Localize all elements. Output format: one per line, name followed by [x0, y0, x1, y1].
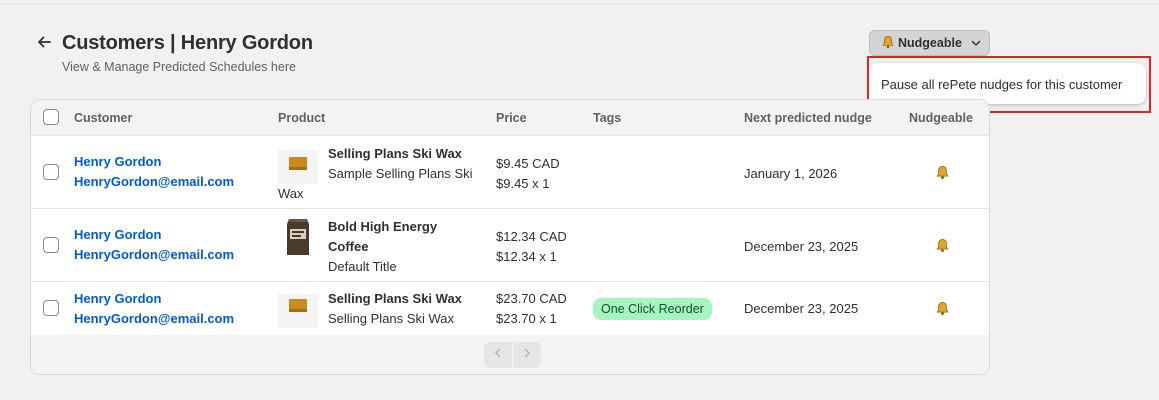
bell-icon[interactable] — [933, 236, 951, 254]
arrow-left-icon — [36, 34, 52, 55]
product-name: Selling Plans Ski Wax — [328, 291, 462, 306]
nudgeable-popover: Pause all rePete nudges for this custome… — [869, 63, 1146, 104]
product-variant-wrap: Wax — [278, 186, 304, 201]
column-header-price: Price — [496, 111, 527, 125]
table-row[interactable]: Henry Gordon HenryGordon@email.com Selli… — [31, 136, 989, 209]
price: $23.70 CAD — [496, 291, 567, 306]
page-subtitle: View & Manage Predicted Schedules here — [62, 60, 296, 74]
select-all-checkbox[interactable] — [43, 109, 59, 125]
column-header-nudgeable: Nudgeable — [909, 111, 973, 125]
product-name-line-1: Bold High Energy — [328, 219, 438, 234]
next-predicted-nudge-date: December 23, 2025 — [744, 301, 859, 316]
bell-icon — [881, 35, 895, 52]
pagination — [484, 342, 541, 368]
top-divider — [0, 4, 1159, 5]
product-variant: Default Title — [328, 259, 397, 274]
chevron-down-icon — [970, 37, 982, 49]
column-header-customer: Customer — [74, 111, 133, 125]
customer-email-link[interactable]: HenryGordon@email.com — [74, 174, 234, 189]
product-name-line-2: Coffee — [328, 239, 369, 254]
product-name: Selling Plans Ski Wax — [328, 146, 462, 161]
ski-wax-thumbnail — [278, 294, 318, 328]
price-quantity: $9.45 x 1 — [496, 176, 550, 191]
customer-email-link[interactable]: HenryGordon@email.com — [74, 311, 234, 326]
pagination-footer — [31, 335, 989, 374]
row-checkbox[interactable] — [43, 164, 59, 180]
table-row[interactable]: Henry Gordon HenryGordon@email.com Selli… — [31, 282, 989, 335]
next-predicted-nudge-date: December 23, 2025 — [744, 239, 859, 254]
price: $12.34 CAD — [496, 229, 567, 244]
table-row[interactable]: Henry Gordon HenryGordon@email.com Bold … — [31, 209, 989, 282]
coffee-bag-thumbnail — [278, 215, 318, 259]
pause-all-nudges-option[interactable]: Pause all rePete nudges for this custome… — [881, 77, 1122, 92]
table-header: Customer Product Price Tags Next predict… — [31, 100, 989, 136]
column-header-tags: Tags — [593, 111, 622, 125]
nudgeable-dropdown-button[interactable]: Nudgeable — [869, 30, 990, 56]
customer-email-link[interactable]: HenryGordon@email.com — [74, 247, 234, 262]
next-page-button[interactable] — [513, 342, 541, 368]
product-variant: Selling Plans Ski Wax — [328, 311, 454, 326]
column-header-next-predicted-nudge: Next predicted nudge — [744, 111, 872, 125]
ski-wax-thumbnail — [278, 150, 318, 184]
back-button[interactable] — [34, 34, 54, 54]
customer-name-link[interactable]: Henry Gordon — [74, 291, 161, 306]
customer-name-link[interactable]: Henry Gordon — [74, 154, 161, 169]
price: $9.45 CAD — [496, 156, 560, 171]
next-predicted-nudge-date: January 1, 2026 — [744, 166, 838, 181]
customer-schedule-table: Customer Product Price Tags Next predict… — [30, 99, 990, 375]
price-quantity: $12.34 x 1 — [496, 249, 557, 264]
customer-name-link[interactable]: Henry Gordon — [74, 227, 161, 242]
tag-badge: One Click Reorder — [593, 298, 712, 320]
previous-page-button[interactable] — [484, 342, 512, 368]
chevron-right-icon — [521, 346, 533, 364]
chevron-left-icon — [492, 346, 504, 364]
bell-icon[interactable] — [933, 299, 951, 317]
column-header-product: Product — [278, 111, 326, 125]
product-variant: Sample Selling Plans Ski — [328, 166, 473, 181]
page-title: Customers | Henry Gordon — [62, 32, 313, 54]
bell-icon[interactable] — [933, 163, 951, 181]
nudgeable-dropdown-label: Nudgeable — [898, 36, 962, 50]
row-checkbox[interactable] — [43, 237, 59, 253]
row-checkbox[interactable] — [43, 300, 59, 316]
price-quantity: $23.70 x 1 — [496, 311, 557, 326]
